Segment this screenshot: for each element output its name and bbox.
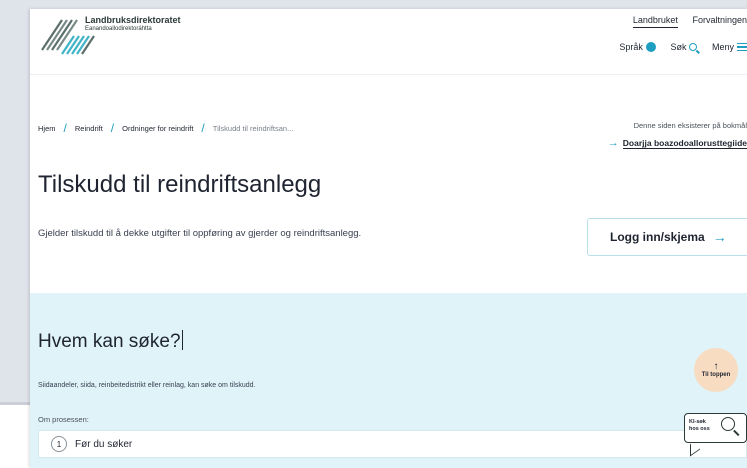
step-label: Før du søker: [75, 438, 133, 450]
header-actions: Språk Søk Meny: [607, 42, 747, 52]
ki-search-label: KI-søk hos oss: [689, 419, 710, 432]
breadcrumb-current: Tilskudd til reindriftsan...: [212, 123, 294, 133]
arrow-up-icon: ↑: [713, 361, 719, 372]
search-icon: [689, 43, 698, 51]
header-divider: [30, 74, 747, 75]
text-cursor: [181, 330, 183, 350]
breadcrumb-separator: /: [63, 121, 67, 135]
page-lead: Gjelder tilskudd til å dekke utgifter ti…: [38, 228, 362, 239]
breadcrumb-separator: /: [110, 121, 115, 135]
breadcrumb-reindrift[interactable]: Reindrift: [75, 124, 103, 133]
language-button[interactable]: Språk: [619, 42, 656, 52]
breadcrumb-separator: /: [201, 121, 205, 135]
to-top-label: Til toppen: [701, 372, 731, 378]
search-label: Søk: [670, 42, 687, 52]
process-label: Om prosessen:: [38, 415, 89, 424]
menu-icon: [737, 42, 747, 52]
section-description: Siidaandeler, siida, reinbeitedistrikt e…: [38, 382, 256, 389]
language-link[interactable]: → Doarjja boazodoallorusttegiide: [608, 137, 747, 149]
menu-label: Meny: [711, 42, 734, 52]
page-title: Tilskudd til reindriftsanlegg: [38, 171, 322, 198]
breadcrumb-home[interactable]: Hjem: [38, 124, 56, 133]
language-link-text: Doarjja boazodoallorusttegiide: [622, 137, 747, 149]
top-link-forvaltningen[interactable]: Forvaltningen: [692, 15, 747, 25]
ki-search-icon: [721, 417, 735, 431]
login-button-label: Logg inn/skjema: [610, 230, 705, 244]
section-heading: Hvem kan søke?: [38, 330, 183, 352]
search-button[interactable]: Søk: [670, 42, 698, 52]
org-name: Landbruksdirektoratet: [85, 15, 181, 25]
language-notice: Denne siden eksisterer på bokmål: [633, 121, 747, 130]
process-step[interactable]: 1 Før du søker: [38, 430, 747, 458]
arrow-right-icon: →: [712, 229, 727, 245]
site-header: Landbruksdirektoratet Eanandoallodirekto…: [30, 9, 747, 71]
top-link-landbruket[interactable]: Landbruket: [632, 15, 678, 28]
step-number: 1: [51, 436, 67, 452]
to-top-button[interactable]: ↑ Til toppen: [694, 348, 738, 392]
breadcrumb: Hjem / Reindrift / Ordninger for reindri…: [38, 122, 293, 134]
arrow-right-icon: →: [607, 137, 619, 149]
top-links: Landbruket Forvaltningen: [621, 15, 747, 28]
globe-icon: [645, 42, 656, 52]
ki-search-button[interactable]: KI-søk hos oss: [684, 413, 747, 457]
menu-button[interactable]: Meny: [712, 42, 747, 52]
breadcrumb-ordninger[interactable]: Ordninger for reindrift: [122, 124, 193, 133]
who-can-apply-section: Hvem kan søke? Siidaandeler, siida, rein…: [30, 293, 747, 468]
page: Landbruksdirektoratet Eanandoallodirekto…: [30, 9, 747, 468]
org-subtitle: Eanandoallodirektoráhtta: [85, 26, 152, 32]
language-label: Språk: [619, 42, 643, 52]
login-button[interactable]: Logg inn/skjema →: [587, 218, 747, 256]
